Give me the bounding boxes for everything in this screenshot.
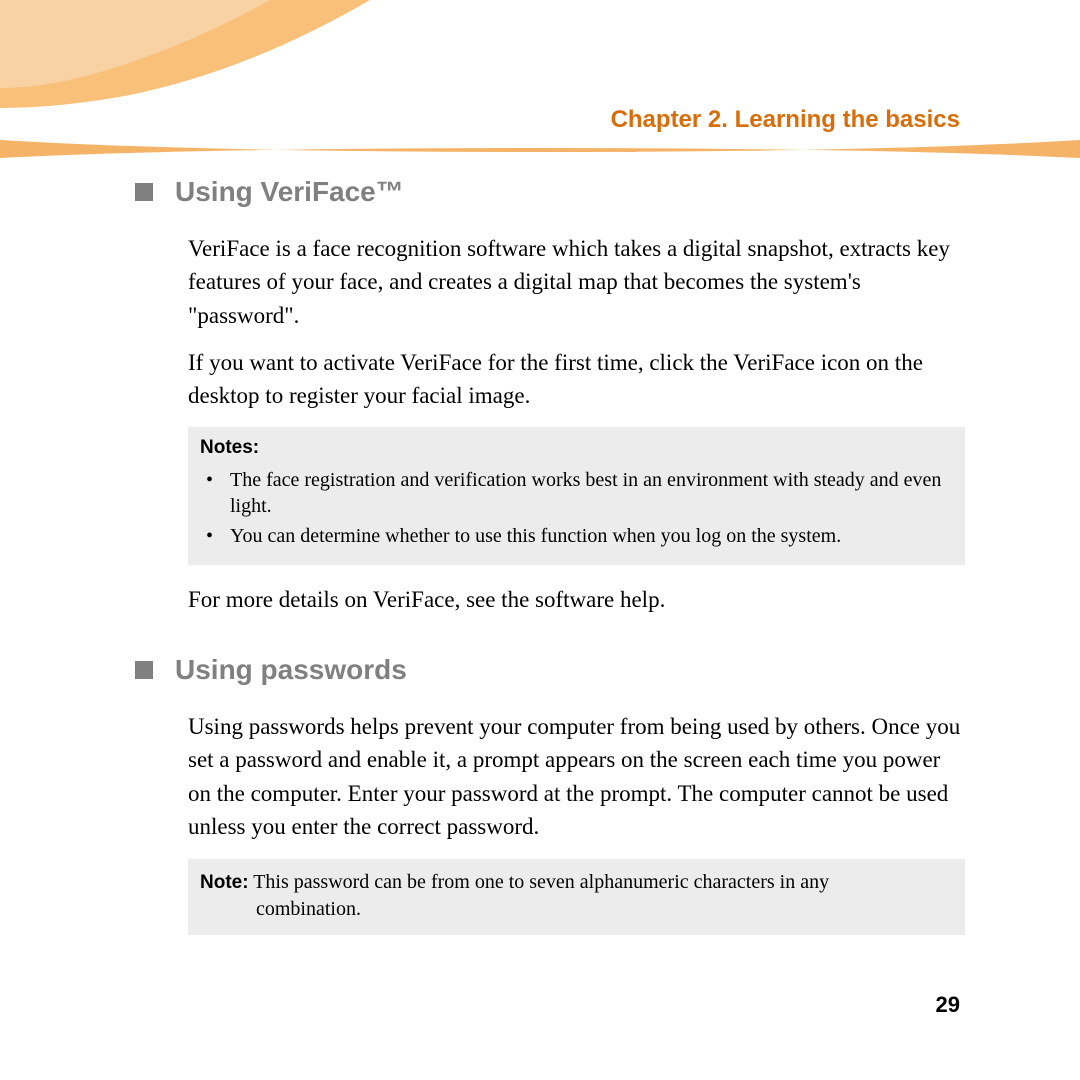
body-paragraph: For more details on VeriFace, see the so…: [188, 583, 965, 616]
notes-list: • The face registration and verification…: [200, 467, 953, 549]
page-number: 29: [936, 992, 960, 1018]
chapter-title: Chapter 2. Learning the basics: [611, 106, 960, 134]
body-paragraph: VeriFace is a face recognition software …: [188, 232, 965, 332]
bullet-icon: •: [200, 523, 230, 549]
notes-text: The face registration and verification w…: [230, 467, 953, 519]
notes-item: • You can determine whether to use this …: [200, 523, 953, 549]
square-bullet-icon: [135, 661, 153, 679]
bullet-icon: •: [200, 467, 230, 519]
body-paragraph: If you want to activate VeriFace for the…: [188, 346, 965, 413]
section-title: Using VeriFace™: [175, 176, 404, 208]
section-heading-veriface: Using VeriFace™: [135, 176, 965, 208]
note-text: Note: This password can be from one to s…: [200, 869, 953, 896]
note-box: Note: This password can be from one to s…: [188, 859, 965, 935]
notes-item: • The face registration and verification…: [200, 467, 953, 519]
section-title: Using passwords: [175, 654, 407, 686]
section-heading-passwords: Using passwords: [135, 654, 965, 686]
square-bullet-icon: [135, 183, 153, 201]
note-text-continuation: combination.: [200, 896, 953, 923]
note-body: This password can be from one to seven a…: [253, 871, 829, 893]
page-header-decoration: [0, 0, 1080, 160]
notes-label: Notes:: [200, 437, 953, 459]
note-label: Note:: [200, 872, 249, 893]
notes-text: You can determine whether to use this fu…: [230, 523, 953, 549]
page-content: Using VeriFace™ VeriFace is a face recog…: [135, 168, 965, 935]
body-paragraph: Using passwords helps prevent your compu…: [188, 710, 965, 843]
notes-box: Notes: • The face registration and verif…: [188, 427, 965, 565]
